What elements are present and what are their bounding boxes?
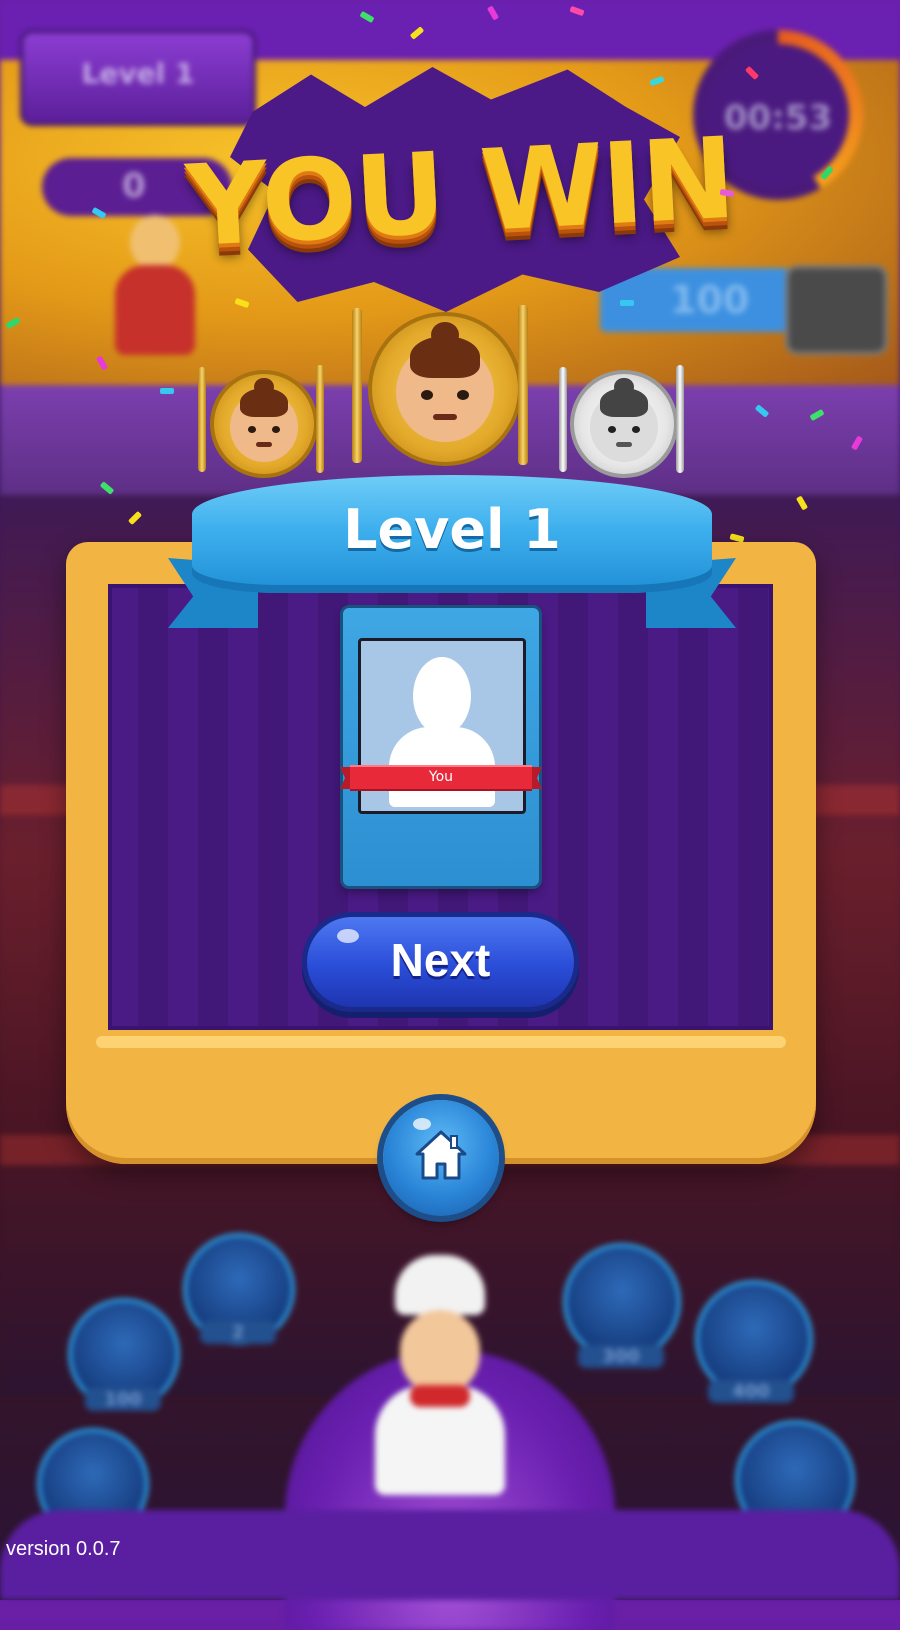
player-name-tag: You [350,765,532,791]
panel-ledge [96,1036,786,1048]
hud-score: 0 [122,166,146,206]
ingredient-count: 2 [200,1321,276,1344]
home-button[interactable] [383,1100,499,1216]
user-silhouette-icon [413,657,471,735]
sumo-face-icon [396,322,494,442]
level-title: Level 1 [343,498,561,561]
silver-plate [570,370,678,478]
chef-character [370,1255,510,1495]
bottom-bar [0,1510,900,1600]
confetti-piece [620,300,634,306]
sumo-face-icon [230,378,298,462]
order-amount: 100 [670,278,750,322]
ingredient-count: 400 [708,1380,794,1403]
hud-level-plate: Level 1 [20,30,256,126]
ingredient-bubble-donut[interactable] [563,1243,681,1361]
gold-plate-small [210,370,318,478]
chef-hat [395,1255,485,1315]
fork-icon [198,367,206,472]
ingredient-count: 300 [578,1345,664,1368]
chef-face [400,1310,480,1395]
next-button-label: Next [390,934,491,986]
chef-scarf [410,1385,470,1407]
next-button[interactable]: Next [307,917,574,1007]
knife-icon [518,305,528,465]
sumo-face-icon [590,378,658,462]
hud-level-label: Level 1 [81,57,195,90]
knife-icon [316,365,324,473]
knife-icon [676,365,684,473]
home-icon [415,1130,467,1180]
ingredient-count: 100 [85,1388,161,1411]
gold-plate-large [368,312,522,466]
player-card [343,608,539,886]
fork-icon [352,308,362,463]
tray-icon [785,265,888,355]
customer-body [115,265,195,355]
version-label: version 0.0.7 [6,1538,121,1560]
confetti-piece [160,388,174,394]
fork-icon [559,367,567,472]
